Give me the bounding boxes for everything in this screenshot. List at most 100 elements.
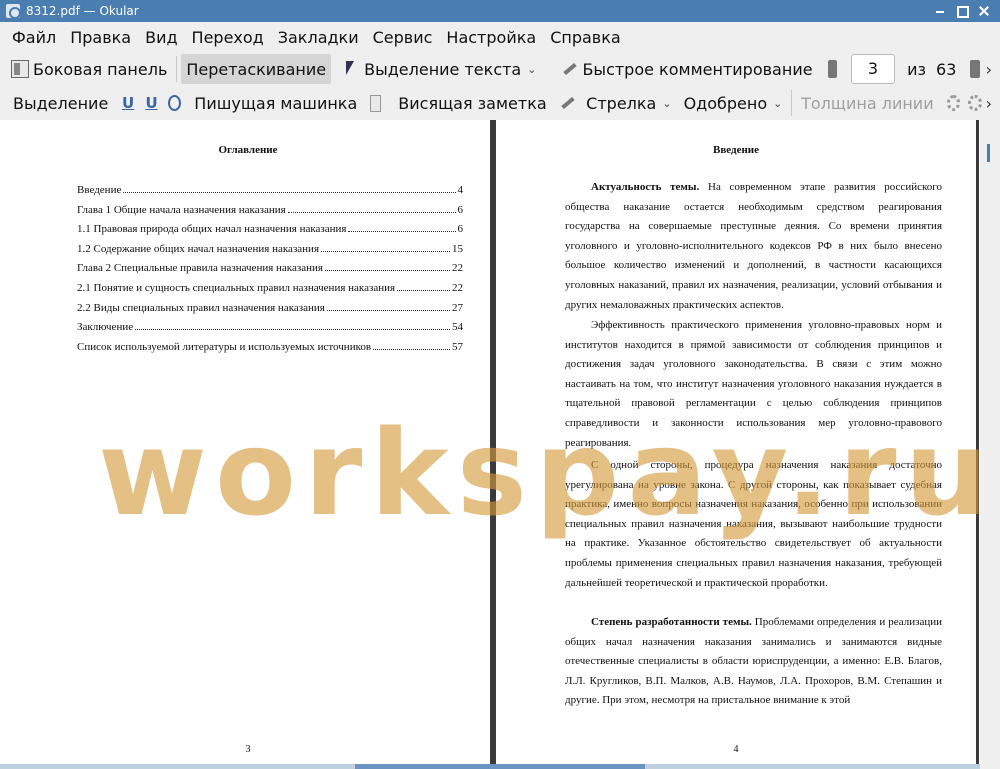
arrow-label: Стрелка <box>586 93 657 113</box>
text-select-tool-button[interactable]: Выделение текста ⌄ <box>337 54 541 84</box>
toolbar-separator <box>176 56 178 82</box>
hanging-note-label: Висящая заметка <box>398 93 547 113</box>
toc-item-label: 1.1 Правовая природа общих начал назначе… <box>77 223 347 236</box>
menu-bar: Файл Правка Вид Переход Закладки Сервис … <box>0 22 1000 52</box>
sidebar-button[interactable]: Боковая панель <box>6 54 172 84</box>
chevron-down-icon[interactable]: ⌄ <box>527 63 536 76</box>
document-page-3: Оглавление Введение 4 Глава 1 Общие начал… <box>6 120 490 769</box>
toc-dots <box>123 192 456 193</box>
toc-item[interactable]: 2.2 Виды специальных правил назначения н… <box>77 302 463 322</box>
typewriter-tool-button[interactable]: Пишущая машинка <box>189 88 362 118</box>
toc-item[interactable]: Глава 2 Специальные правила назначения н… <box>77 262 463 282</box>
typewriter-label: Пишущая машинка <box>194 93 358 113</box>
paragraph-lead: Актуальность темы. <box>591 181 700 193</box>
selection-tool-button[interactable]: Выделение <box>8 88 113 118</box>
toc-item-page: 6 <box>457 223 464 236</box>
toolbar-overflow-icon[interactable]: › <box>986 60 992 79</box>
toc-item-page: 54 <box>452 321 463 334</box>
toc-item-label: Глава 1 Общие начала назначения наказани… <box>77 203 286 216</box>
intro-heading: Введение <box>712 144 760 156</box>
menu-help[interactable]: Справка <box>543 28 628 47</box>
menu-bookmarks[interactable]: Закладки <box>271 28 366 47</box>
toolbar-overflow-icon[interactable]: › <box>986 94 992 113</box>
menu-file[interactable]: Файл <box>0 28 63 47</box>
next-page-icon[interactable] <box>970 60 980 78</box>
paragraph: Актуальность темы. На современном этапе … <box>565 178 942 315</box>
browse-tool-button[interactable]: Перетаскивание <box>181 54 332 84</box>
underline-icon[interactable]: U <box>121 94 135 112</box>
scrollbar-thumb[interactable] <box>355 764 645 769</box>
toc-dots <box>373 348 450 350</box>
paragraph: Степень разработанности темы. Проблемами… <box>565 613 942 711</box>
page-edge <box>976 120 979 769</box>
arrow-pen-icon <box>558 94 572 112</box>
toc-dots <box>287 211 456 213</box>
toc-item-label: 2.2 Виды специальных правил назначения н… <box>77 301 325 314</box>
menu-view[interactable]: Вид <box>138 28 184 47</box>
toc-item-page: 4 <box>457 184 464 196</box>
window-title: 8312.pdf — Okular <box>26 4 139 18</box>
line-width-label: Толщина линии <box>801 93 934 113</box>
toc-item-page: 57 <box>452 340 463 353</box>
approved-label: Одобрено <box>683 93 768 113</box>
toc-item-page: 27 <box>452 301 463 314</box>
horizontal-scrollbar[interactable] <box>0 764 980 769</box>
cursor-icon <box>342 60 360 78</box>
document-page-4: Введение Актуальность темы. На современн… <box>496 120 976 769</box>
paragraph: С одной стороны, процедура назначения на… <box>565 459 942 589</box>
toc-item-label: Заключение <box>77 321 134 334</box>
toc-item[interactable]: Заключение 54 <box>77 321 463 341</box>
toc-item-page: 15 <box>452 242 463 255</box>
chevron-down-icon[interactable]: ⌄ <box>662 97 671 110</box>
paragraph: Эффективность практического применения у… <box>565 319 942 449</box>
page-total-label: 63 <box>936 59 957 79</box>
note-icon <box>370 94 382 112</box>
document-view[interactable]: Оглавление Введение 4 Глава 1 Общие начал… <box>0 120 1000 769</box>
toc-item[interactable]: 1.1 Правовая природа общих начал назначе… <box>77 223 463 243</box>
color-icon[interactable] <box>946 95 961 111</box>
title-bar: 8312.pdf — Okular <box>0 0 1000 22</box>
toc-item-label: Глава 2 Специальные правила назначения н… <box>77 262 323 275</box>
line-width-button[interactable]: Толщина линии <box>796 88 939 118</box>
toc-item[interactable]: Введение 4 <box>77 184 463 204</box>
page-number-input[interactable]: 3 <box>850 54 896 84</box>
previous-page-icon[interactable] <box>827 60 837 78</box>
opacity-icon[interactable] <box>968 95 982 111</box>
close-button[interactable] <box>978 5 990 17</box>
arrow-tool-button[interactable]: Стрелка ⌄ <box>581 88 676 118</box>
main-toolbar: Боковая панель Перетаскивание Выделение … <box>0 52 1000 86</box>
approved-stamp-button[interactable]: Одобрено ⌄ <box>679 88 788 118</box>
scrollbar-thumb[interactable] <box>987 144 990 162</box>
menu-edit[interactable]: Правка <box>63 28 138 47</box>
toc-dots <box>397 289 450 291</box>
sidebar-icon <box>11 60 29 78</box>
maximize-button[interactable] <box>956 5 969 18</box>
page-number: 3 <box>245 744 251 755</box>
toc-item[interactable]: Глава 1 Общие начала назначения наказани… <box>77 204 463 224</box>
chevron-down-icon[interactable]: ⌄ <box>773 97 782 110</box>
toc-item[interactable]: 1.2 Содержание общих начал назначения на… <box>77 243 463 263</box>
toc-item-label: 2.1 Понятие и сущность специальных прави… <box>77 281 396 294</box>
page-of-label: из <box>907 59 927 79</box>
toc-dots <box>321 250 450 252</box>
toc-dots <box>348 231 456 233</box>
menu-settings[interactable]: Настройка <box>439 28 543 47</box>
hanging-note-tool-button[interactable]: Висящая заметка <box>393 88 551 118</box>
toc-dots <box>135 329 450 331</box>
vertical-scrollbar[interactable] <box>980 120 1000 769</box>
menu-go[interactable]: Переход <box>185 28 271 47</box>
toc-item[interactable]: Список используемой литературы и использ… <box>77 341 463 361</box>
toc-item-label: Список используемой литературы и использ… <box>77 340 372 353</box>
toc-item-label: 1.2 Содержание общих начал назначения на… <box>77 242 319 255</box>
toc-item[interactable]: 2.1 Понятие и сущность специальных прави… <box>77 282 463 302</box>
paragraph-lead: Степень разработанности темы. <box>591 616 752 628</box>
page-number: 4 <box>733 744 739 755</box>
paragraph-text: Проблемами определения и реализации общи… <box>565 616 942 707</box>
minimize-button[interactable] <box>934 5 946 17</box>
paragraph-text: На современном этапе развития российског… <box>565 181 942 311</box>
browse-tool-label: Перетаскивание <box>186 59 327 79</box>
quick-comment-button[interactable]: Быстрое комментирование <box>555 54 817 84</box>
menu-tools[interactable]: Сервис <box>366 28 440 47</box>
ellipse-icon[interactable] <box>168 95 182 111</box>
squiggly-underline-icon[interactable]: U <box>145 94 159 112</box>
